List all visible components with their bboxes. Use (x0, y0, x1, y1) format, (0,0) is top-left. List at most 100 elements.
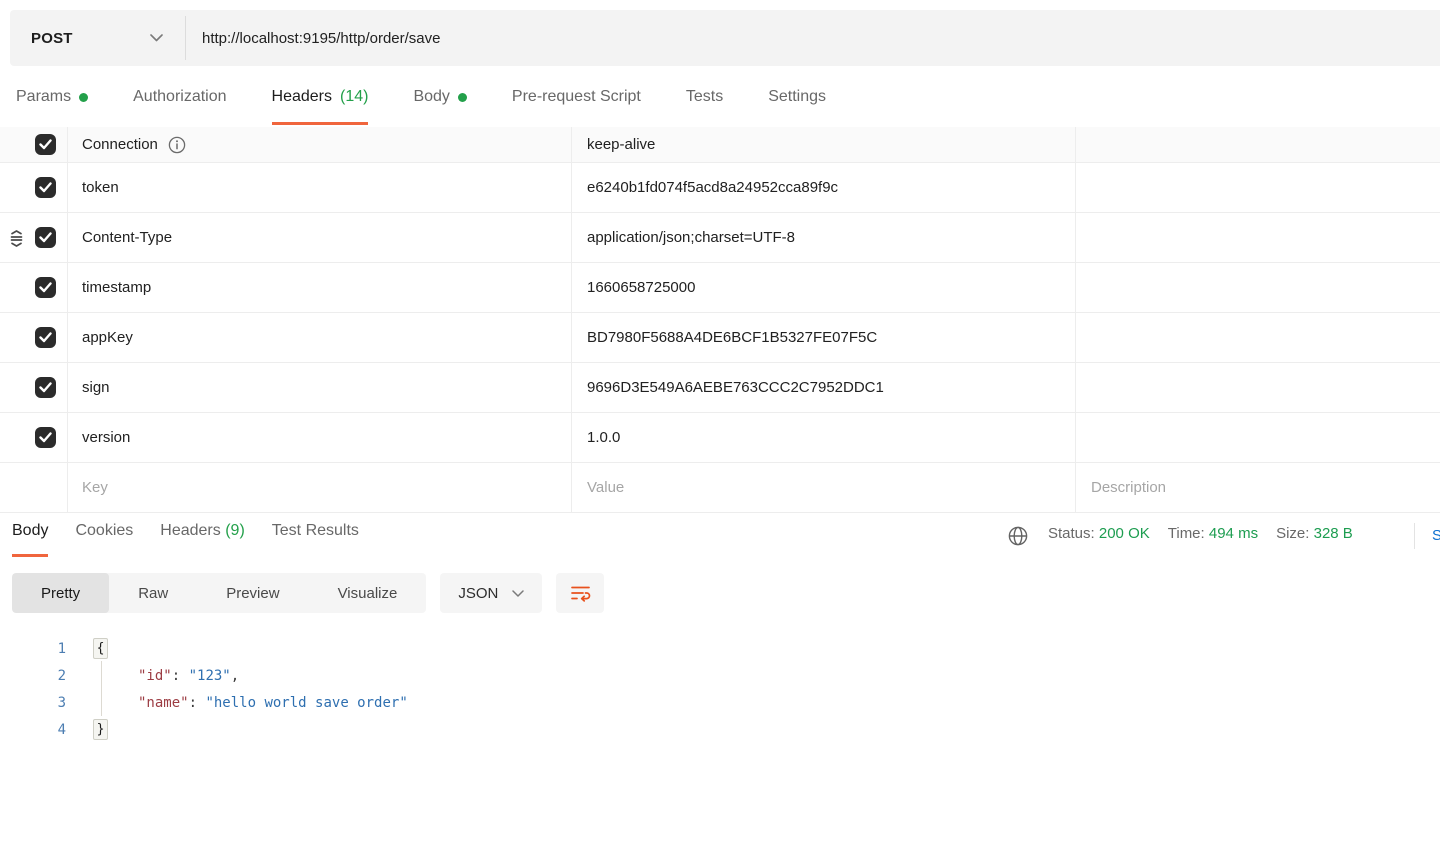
view-mode-group: Pretty Raw Preview Visualize (12, 573, 426, 613)
line-number: 3 (0, 695, 66, 711)
meta-divider (1414, 523, 1415, 549)
code-line: 3 "name": "hello world save order" (0, 689, 1440, 716)
method-label: POST (31, 30, 73, 47)
checkmark-icon (39, 139, 52, 150)
header-description[interactable] (1075, 313, 1440, 362)
response-body-editor[interactable]: 1 { 2 "id": "123", 3 "name": "hello worl… (0, 635, 1440, 743)
params-green-dot-icon (79, 93, 88, 102)
method-selector[interactable]: POST (10, 10, 185, 66)
row-checkbox[interactable] (35, 134, 56, 155)
chevron-down-icon (512, 590, 524, 597)
globe-icon[interactable] (1007, 525, 1029, 547)
row-checkbox[interactable] (35, 327, 56, 348)
header-key: appKey (82, 329, 133, 346)
wrap-lines-icon (570, 585, 591, 602)
tab-params[interactable]: Params (16, 88, 88, 125)
header-value: 1.0.0 (587, 429, 620, 446)
header-value: 9696D3E549A6AEBE763CCC2C7952DDC1 (587, 379, 884, 396)
header-description[interactable] (1075, 263, 1440, 312)
table-row: appKey BD7980F5688A4DE6BCF1B5327FE07F5C (0, 313, 1440, 363)
header-value: keep-alive (587, 136, 655, 153)
table-row: timestamp 1660658725000 (0, 263, 1440, 313)
table-row: token e6240b1fd074f5acd8a24952cca89f9c (0, 163, 1440, 213)
checkmark-icon (39, 382, 52, 393)
tab-headers[interactable]: Headers (14) (272, 88, 369, 125)
row-checkbox[interactable] (35, 277, 56, 298)
tab-tests[interactable]: Tests (686, 88, 723, 125)
table-row-new: Key Value Description (0, 463, 1440, 513)
row-checkbox[interactable] (35, 227, 56, 248)
size-badge: Size: 328 B (1276, 525, 1353, 542)
url-input[interactable]: http://localhost:9195/http/order/save (186, 10, 1440, 66)
header-description[interactable] (1075, 413, 1440, 462)
tab-settings[interactable]: Settings (768, 88, 826, 125)
header-description[interactable] (1075, 213, 1440, 262)
row-checkbox[interactable] (35, 427, 56, 448)
response-meta: Status: 200 OK Time: 494 ms Size: 328 B (1048, 525, 1353, 542)
row-checkbox[interactable] (35, 177, 56, 198)
tab-authorization[interactable]: Authorization (133, 88, 226, 125)
headers-table: Connection keep-alive (0, 127, 1440, 513)
save-response-button[interactable]: Save Response (1432, 527, 1440, 544)
tab-prerequest-script[interactable]: Pre-request Script (512, 88, 641, 125)
body-green-dot-icon (458, 93, 467, 102)
checkmark-icon (39, 182, 52, 193)
time-badge: Time: 494 ms (1168, 525, 1258, 542)
header-value: BD7980F5688A4DE6BCF1B5327FE07F5C (587, 329, 877, 346)
response-tab-body[interactable]: Body (12, 512, 48, 557)
view-mode-raw[interactable]: Raw (109, 573, 197, 613)
line-number: 4 (0, 722, 66, 738)
header-key: Content-Type (82, 229, 172, 246)
header-value: application/json;charset=UTF-8 (587, 229, 795, 246)
fold-guide-line (101, 661, 102, 716)
response-tab-cookies[interactable]: Cookies (75, 512, 133, 557)
request-url-bar: POST http://localhost:9195/http/order/sa… (10, 10, 1440, 66)
drag-handle-icon[interactable] (8, 229, 25, 247)
header-key: version (82, 429, 130, 446)
info-icon (168, 136, 186, 154)
response-tab-headers[interactable]: Headers (9) (160, 512, 245, 557)
header-description[interactable] (1075, 363, 1440, 412)
language-selector[interactable]: JSON (440, 573, 542, 613)
response-viewer-toolbar: Pretty Raw Preview Visualize JSON (12, 573, 604, 613)
table-row: Connection keep-alive (0, 127, 1440, 163)
chevron-down-icon (150, 34, 163, 42)
status-badge: Status: 200 OK (1048, 525, 1150, 542)
view-mode-visualize[interactable]: Visualize (309, 573, 427, 613)
response-headers-count-badge: (9) (225, 522, 245, 539)
checkmark-icon (39, 282, 52, 293)
checkmark-icon (39, 232, 52, 243)
response-header: Body Cookies Headers (9) Test Results St… (0, 512, 1440, 561)
table-row: Content-Type application/json;charset=UT… (0, 213, 1440, 263)
header-key: token (82, 179, 119, 196)
table-row: version 1.0.0 (0, 413, 1440, 463)
wrap-lines-button[interactable] (556, 573, 604, 613)
description-input[interactable]: Description (1075, 463, 1440, 512)
view-mode-preview[interactable]: Preview (197, 573, 308, 613)
tab-body[interactable]: Body (413, 88, 466, 125)
line-number: 1 (0, 641, 66, 657)
response-tab-test-results[interactable]: Test Results (272, 512, 359, 557)
request-tabs: Params Authorization Headers (14) Body P… (0, 88, 1440, 127)
code-line: 4 } (0, 716, 1440, 743)
view-mode-pretty[interactable]: Pretty (12, 573, 109, 613)
code-line: 1 { (0, 635, 1440, 662)
table-row: sign 9696D3E549A6AEBE763CCC2C7952DDC1 (0, 363, 1440, 413)
response-tabs: Body Cookies Headers (9) Test Results (12, 512, 359, 557)
header-key: sign (82, 379, 110, 396)
header-description[interactable] (1075, 127, 1440, 162)
checkmark-icon (39, 332, 52, 343)
fold-marker-open-brace[interactable]: { (93, 638, 108, 659)
code-line: 2 "id": "123", (0, 662, 1440, 689)
key-input[interactable]: Key (67, 463, 571, 512)
postman-request-view: POST http://localhost:9195/http/order/sa… (0, 0, 1440, 843)
header-value: 1660658725000 (587, 279, 695, 296)
header-key: timestamp (82, 279, 151, 296)
row-checkbox[interactable] (35, 377, 56, 398)
header-value: e6240b1fd074f5acd8a24952cca89f9c (587, 179, 838, 196)
fold-marker-close-brace[interactable]: } (93, 719, 108, 740)
value-input[interactable]: Value (571, 463, 1075, 512)
header-key: Connection (82, 136, 158, 153)
checkmark-icon (39, 432, 52, 443)
header-description[interactable] (1075, 163, 1440, 212)
